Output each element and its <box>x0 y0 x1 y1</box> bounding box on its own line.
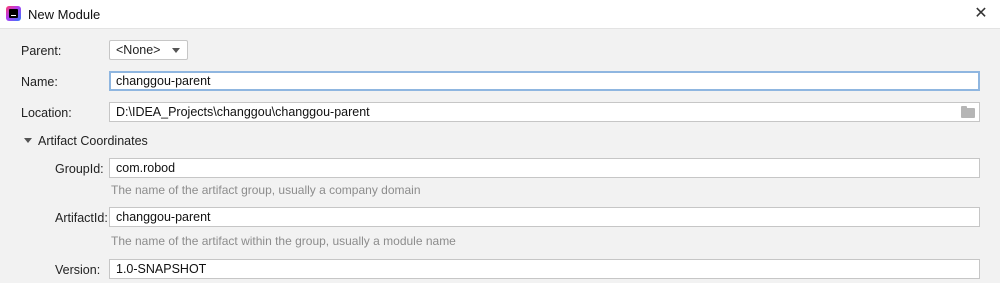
location-input[interactable]: D:\IDEA_Projects\changgou\changgou-paren… <box>109 102 980 122</box>
groupid-label: GroupId: <box>55 162 104 176</box>
location-label: Location: <box>21 106 72 120</box>
name-input[interactable]: changgou-parent <box>109 71 980 91</box>
name-label: Name: <box>21 75 58 89</box>
artifactid-label: ArtifactId: <box>55 211 108 225</box>
title-bar: New Module ✕ <box>0 0 1000 29</box>
artifactid-hint: The name of the artifact within the grou… <box>111 234 456 248</box>
groupid-input[interactable]: com.robod <box>109 158 980 178</box>
collapse-arrow-icon[interactable] <box>24 138 32 143</box>
parent-label: Parent: <box>21 44 62 58</box>
artifactid-input[interactable]: changgou-parent <box>109 207 980 227</box>
artifact-coordinates-section-label[interactable]: Artifact Coordinates <box>38 134 148 148</box>
parent-selected-value: <None> <box>116 43 161 57</box>
chevron-down-icon <box>172 48 180 53</box>
version-input[interactable]: 1.0-SNAPSHOT <box>109 259 980 279</box>
version-label: Version: <box>55 263 101 277</box>
dialog-title: New Module <box>28 7 101 22</box>
groupid-hint: The name of the artifact group, usually … <box>111 183 421 197</box>
folder-icon[interactable] <box>961 106 975 118</box>
intellij-idea-icon <box>6 6 21 21</box>
close-button[interactable]: ✕ <box>962 0 1000 28</box>
parent-dropdown[interactable]: <None> <box>109 40 188 60</box>
